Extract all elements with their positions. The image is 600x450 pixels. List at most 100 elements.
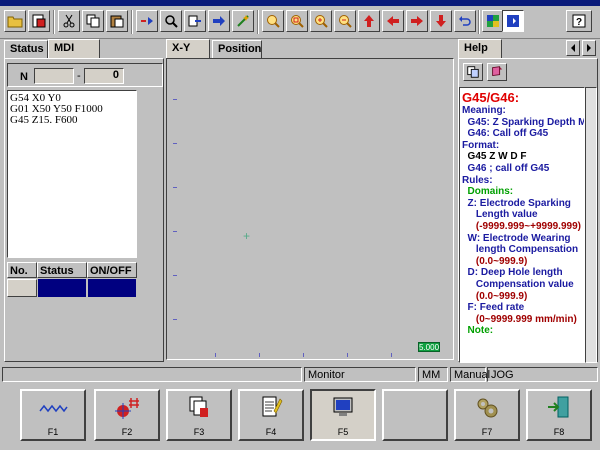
undo-icon[interactable]	[454, 10, 476, 32]
help-line: (0.0~999.9)	[462, 255, 528, 267]
zoom-in-icon[interactable]	[262, 10, 284, 32]
copy-icon[interactable]	[82, 10, 104, 32]
toolbar: ?	[0, 6, 600, 39]
gears-icon	[477, 398, 498, 418]
help-line: D: Deep Hole length	[462, 267, 563, 279]
chevron-left-icon	[571, 44, 575, 52]
help-copy-button[interactable]	[463, 63, 483, 81]
cell-status[interactable]	[38, 279, 86, 297]
function-key-bar: F1 F2 F3 F4 F5 F7 F8	[0, 384, 600, 450]
f2-label: F2	[121, 427, 133, 437]
arrow-down-icon[interactable]	[430, 10, 452, 32]
xy-plot-area[interactable]: +	[166, 58, 454, 360]
help-scrollbar[interactable]	[585, 87, 597, 363]
paste-icon[interactable]	[106, 10, 128, 32]
f3-label: F3	[193, 427, 205, 437]
arrow-left-icon[interactable]	[382, 10, 404, 32]
help-line: W: Electrode Wearing	[462, 232, 571, 244]
status-mode: Monitor	[304, 367, 416, 382]
svg-text:?: ?	[576, 17, 582, 28]
f7-button[interactable]: F7	[454, 389, 520, 441]
center-panel: X-Y Position + 5.000	[166, 39, 454, 362]
help-line: (0~9999.999 mm/min)	[462, 313, 577, 325]
x-tick	[259, 353, 260, 357]
zoom-fit-icon[interactable]	[286, 10, 308, 32]
find-replace-icon[interactable]	[136, 10, 158, 32]
x-tick	[391, 353, 392, 357]
help-line: Meaning:	[462, 105, 506, 116]
f4-button[interactable]: F4	[238, 389, 304, 441]
arrow-right-icon[interactable]	[406, 10, 428, 32]
n-label: N	[20, 71, 28, 83]
help-icon[interactable]: ?	[566, 10, 592, 32]
macro-wand-icon[interactable]	[232, 10, 254, 32]
tab-help[interactable]: Help	[458, 39, 502, 59]
help-text-area[interactable]: G45/G46: Meaning: G45: Z Sparking Depth M…	[459, 87, 585, 363]
cell-onoff[interactable]	[88, 279, 136, 297]
f8-button[interactable]: F8	[526, 389, 592, 441]
n-row: N - 0	[7, 63, 163, 87]
cut-icon[interactable]	[58, 10, 80, 32]
zoom-plus-icon[interactable]	[310, 10, 332, 32]
f5-button[interactable]: F5	[310, 389, 376, 441]
help-line: G45: Z Sparking Depth M	[462, 116, 585, 128]
f3-button[interactable]: F3	[166, 389, 232, 441]
help-line: Note:	[462, 325, 494, 337]
program-editor[interactable]: G54 X0 Y0 G01 X50 Y50 F1000 G45 Z15. F60…	[7, 90, 137, 258]
tab-position[interactable]: Position	[212, 40, 262, 58]
save-icon[interactable]	[28, 10, 50, 32]
help-book-button[interactable]	[487, 63, 507, 81]
help-line: (0.0~999.9)	[462, 290, 528, 302]
color-square-icon[interactable]	[482, 10, 504, 32]
zoom-minus-icon[interactable]	[334, 10, 356, 32]
sidebar-toggle-icon[interactable]	[502, 10, 524, 32]
cell-no[interactable]	[7, 279, 37, 297]
help-line: Domains:	[462, 186, 514, 198]
tab-scroll-left-button[interactable]	[566, 40, 580, 56]
status-jog: JOG	[487, 367, 598, 382]
help-line: Rules:	[462, 174, 493, 186]
tab-status[interactable]: Status	[4, 40, 48, 58]
f7-label: F7	[481, 427, 493, 437]
y-tick	[173, 143, 177, 144]
help-panel: Help G45/G46: Meaning: G45: Z Sparking De…	[458, 39, 598, 363]
left-panel: Status MDI N - 0 G54 X0 Y0 G01 X50 Y50 F…	[4, 39, 164, 362]
document-stack-icon	[189, 396, 208, 417]
status-manual: Manual	[450, 367, 490, 382]
x-tick	[215, 353, 216, 357]
n-second-field[interactable]: 0	[84, 68, 124, 84]
f5-label: F5	[337, 427, 349, 437]
tab-mdi[interactable]: MDI	[48, 39, 100, 59]
arrow-up-icon[interactable]	[358, 10, 380, 32]
n-first-field[interactable]	[34, 68, 74, 84]
help-line: G45 Z W D F	[462, 151, 527, 163]
crosshair-marker: +	[243, 229, 251, 243]
open-folder-icon[interactable]	[4, 10, 26, 32]
wave-icon	[39, 404, 68, 413]
notepad-pencil-icon	[262, 396, 283, 417]
target-grid-icon	[115, 398, 139, 419]
help-line: G46: Call off G45	[462, 128, 549, 140]
replace-icon[interactable]	[184, 10, 206, 32]
y-tick	[173, 187, 177, 188]
exit-door-icon	[548, 396, 569, 418]
f6-button[interactable]	[382, 389, 448, 441]
y-tick	[173, 99, 177, 100]
help-title: G45/G46:	[462, 90, 520, 105]
f1-button[interactable]: F1	[20, 389, 86, 441]
f2-button[interactable]: F2	[94, 389, 160, 441]
help-body: G45/G46: Meaning: G45: Z Sparking Depth M…	[458, 58, 598, 363]
y-tick	[173, 231, 177, 232]
status-table: No. Status ON/OFF	[7, 262, 137, 302]
help-line: (-9999.999~+9999.999)	[462, 220, 581, 232]
chevron-right-icon	[587, 44, 591, 52]
y-tick	[173, 319, 177, 320]
tab-xy[interactable]: X-Y	[166, 39, 210, 59]
tab-scroll-right-button[interactable]	[582, 40, 596, 56]
monitor-icon	[333, 397, 353, 416]
help-line: length Compensation	[462, 244, 579, 256]
col-header-no: No.	[7, 262, 37, 278]
goto-icon[interactable]	[208, 10, 230, 32]
search-icon[interactable]	[160, 10, 182, 32]
left-panel-body: N - 0 G54 X0 Y0 G01 X50 Y50 F1000 G45 Z1…	[4, 58, 164, 362]
